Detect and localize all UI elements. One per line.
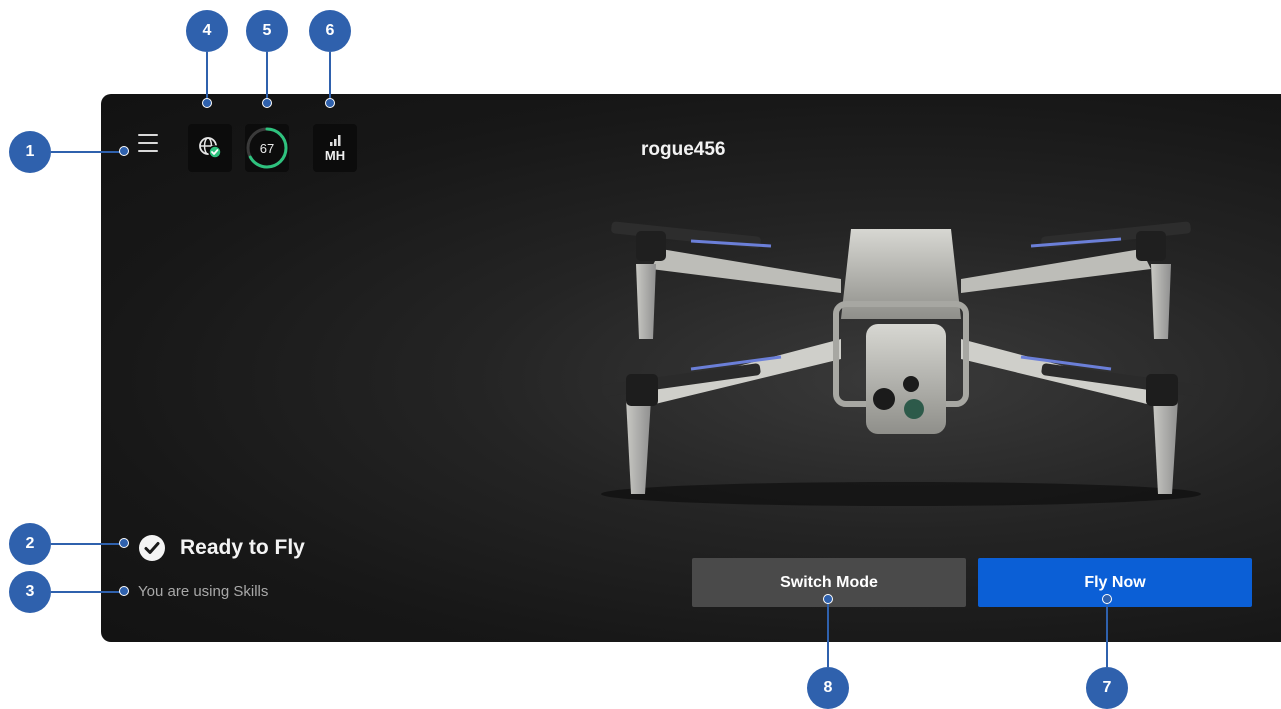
signal-status[interactable]: MH: [313, 124, 357, 172]
drone-name: rogue456: [641, 139, 726, 160]
leader-dot-2: [119, 538, 129, 548]
leader-dot-4: [202, 98, 212, 108]
leader-dot-6: [325, 98, 335, 108]
connectivity-status[interactable]: [188, 124, 232, 172]
callout-8: 8: [807, 667, 849, 709]
leader-line-2: [51, 543, 121, 545]
leader-dot-1: [119, 146, 129, 156]
leader-line-7: [1106, 600, 1108, 667]
menu-line: [138, 134, 158, 136]
battery-percentage: 67: [259, 140, 275, 156]
leader-line-6: [329, 52, 331, 100]
callout-2: 2: [9, 523, 51, 565]
globe-check-icon: [199, 137, 222, 159]
status-subtitle: You are using Skills: [138, 583, 269, 600]
hamburger-menu-icon[interactable]: [138, 134, 158, 152]
fly-now-button[interactable]: Fly Now: [978, 558, 1252, 607]
status-title: Ready to Fly: [180, 536, 305, 559]
leader-line-3: [51, 591, 121, 593]
callout-1: 1: [9, 131, 51, 173]
leader-dot-8: [823, 594, 833, 604]
callout-6: 6: [309, 10, 351, 52]
drone-image: [601, 221, 1201, 506]
callout-4: 4: [186, 10, 228, 52]
leader-line-5: [266, 52, 268, 100]
leader-line-8: [827, 600, 829, 667]
callout-5: 5: [246, 10, 288, 52]
callout-7: 7: [1086, 667, 1128, 709]
menu-line: [138, 150, 158, 152]
check-circle-icon: [139, 535, 165, 561]
ready-status: Ready to Fly: [138, 534, 305, 562]
leader-line-4: [206, 52, 208, 100]
leader-line-1: [51, 151, 121, 153]
callout-3: 3: [9, 571, 51, 613]
leader-dot-5: [262, 98, 272, 108]
flight-app-screen: 67 MH rogue456 Ready to Fly You are usin…: [101, 94, 1281, 642]
menu-line: [138, 142, 158, 144]
signal-bars-icon: [330, 134, 341, 146]
battery-status[interactable]: 67: [245, 124, 289, 172]
signal-label: MH: [324, 147, 346, 163]
leader-dot-3: [119, 586, 129, 596]
leader-dot-7: [1102, 594, 1112, 604]
